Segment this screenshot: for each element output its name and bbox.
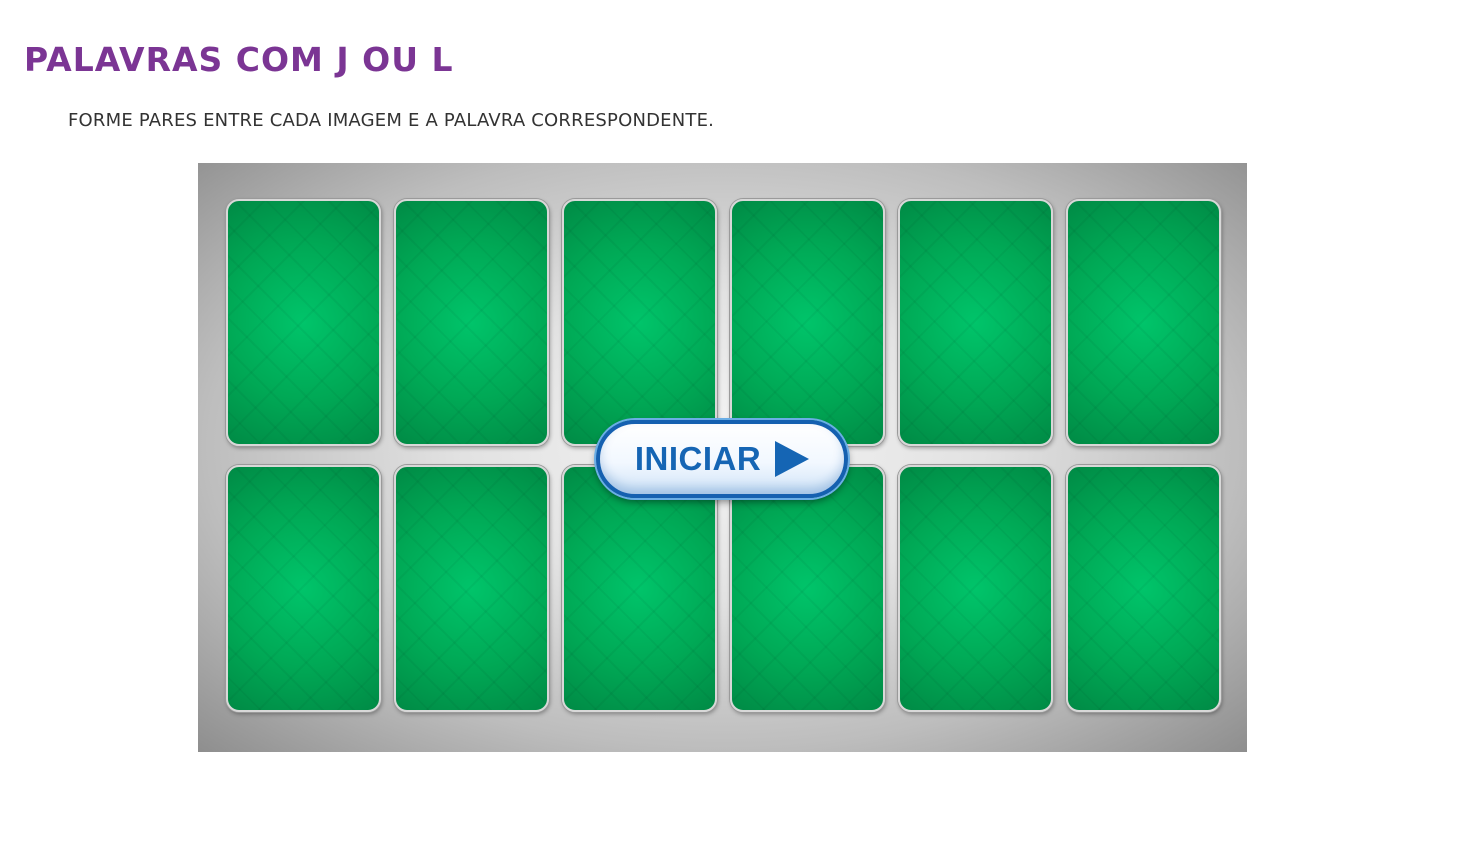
card-back[interactable] xyxy=(898,199,1053,446)
card-back[interactable] xyxy=(226,465,381,712)
card-back[interactable] xyxy=(562,199,717,446)
card-back[interactable] xyxy=(898,465,1053,712)
memory-game-board: INICIAR xyxy=(198,163,1247,752)
card-back[interactable] xyxy=(1066,465,1221,712)
start-button[interactable]: INICIAR xyxy=(596,420,848,498)
card-back[interactable] xyxy=(226,199,381,446)
page-title: PALAVRAS COM J OU L xyxy=(24,40,454,79)
card-back[interactable] xyxy=(730,199,885,446)
instructions-text: FORME PARES ENTRE CADA IMAGEM E A PALAVR… xyxy=(68,110,715,131)
play-icon xyxy=(775,441,810,477)
card-back[interactable] xyxy=(394,199,549,446)
card-back[interactable] xyxy=(562,465,717,712)
card-back[interactable] xyxy=(394,465,549,712)
card-back[interactable] xyxy=(730,465,885,712)
card-back[interactable] xyxy=(1066,199,1221,446)
start-button-label: INICIAR xyxy=(634,440,762,477)
